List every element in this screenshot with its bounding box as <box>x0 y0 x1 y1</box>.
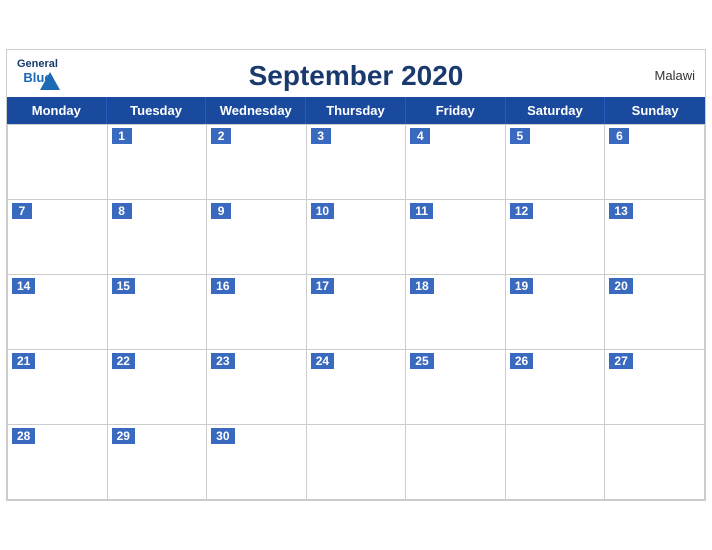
day-number: 25 <box>410 353 433 369</box>
day-header-thursday: Thursday <box>306 97 406 124</box>
calendar-cell: 7 <box>8 200 108 275</box>
day-headers: Monday Tuesday Wednesday Thursday Friday… <box>7 97 705 124</box>
day-number: 1 <box>112 128 132 144</box>
calendar-cell: 20 <box>605 275 705 350</box>
day-number: 23 <box>211 353 234 369</box>
day-header-saturday: Saturday <box>506 97 606 124</box>
day-number: 30 <box>211 428 234 444</box>
day-number: 27 <box>609 353 632 369</box>
calendar-grid: 1234567891011121314151617181920212223242… <box>7 124 705 500</box>
calendar-header: General Blue September 2020 Malawi <box>7 50 705 97</box>
calendar-cell: 23 <box>207 350 307 425</box>
day-header-tuesday: Tuesday <box>107 97 207 124</box>
day-number: 26 <box>510 353 533 369</box>
calendar-cell: 8 <box>108 200 208 275</box>
calendar-title: September 2020 <box>27 60 685 92</box>
calendar-cell: 29 <box>108 425 208 500</box>
calendar-cell: 4 <box>406 125 506 200</box>
calendar-cell: 5 <box>506 125 606 200</box>
brand-triangle-icon <box>40 72 60 90</box>
calendar-cell: 6 <box>605 125 705 200</box>
calendar-cell: 26 <box>506 350 606 425</box>
day-number: 20 <box>609 278 632 294</box>
day-header-monday: Monday <box>7 97 107 124</box>
day-number: 14 <box>12 278 35 294</box>
brand-logo: General Blue <box>17 58 58 85</box>
country-label: Malawi <box>655 68 695 83</box>
calendar-cell: 10 <box>307 200 407 275</box>
calendar-cell: 18 <box>406 275 506 350</box>
calendar-cell <box>506 425 606 500</box>
calendar-cell: 3 <box>307 125 407 200</box>
calendar-cell: 28 <box>8 425 108 500</box>
day-number: 29 <box>112 428 135 444</box>
calendar-cell: 9 <box>207 200 307 275</box>
calendar-cell: 17 <box>307 275 407 350</box>
calendar-cell: 2 <box>207 125 307 200</box>
day-number: 21 <box>12 353 35 369</box>
day-number: 15 <box>112 278 135 294</box>
day-number: 13 <box>609 203 632 219</box>
calendar-cell: 12 <box>506 200 606 275</box>
calendar-cell: 19 <box>506 275 606 350</box>
day-number: 12 <box>510 203 533 219</box>
calendar-cell: 30 <box>207 425 307 500</box>
calendar-cell: 1 <box>108 125 208 200</box>
calendar-cell: 22 <box>108 350 208 425</box>
day-number: 8 <box>112 203 132 219</box>
calendar-cell <box>406 425 506 500</box>
day-header-friday: Friday <box>406 97 506 124</box>
day-header-wednesday: Wednesday <box>206 97 306 124</box>
day-number: 2 <box>211 128 231 144</box>
calendar-cell: 15 <box>108 275 208 350</box>
calendar-cell <box>307 425 407 500</box>
day-number: 9 <box>211 203 231 219</box>
brand-general: General <box>17 58 58 70</box>
day-number: 17 <box>311 278 334 294</box>
day-header-sunday: Sunday <box>605 97 705 124</box>
day-number: 10 <box>311 203 334 219</box>
calendar-cell <box>8 125 108 200</box>
calendar-cell: 11 <box>406 200 506 275</box>
calendar-cell: 25 <box>406 350 506 425</box>
day-number: 11 <box>410 203 433 219</box>
brand-icon: Blue <box>23 70 51 85</box>
day-number: 4 <box>410 128 430 144</box>
calendar-cell: 16 <box>207 275 307 350</box>
calendar-cell: 24 <box>307 350 407 425</box>
day-number: 16 <box>211 278 234 294</box>
day-number: 5 <box>510 128 530 144</box>
calendar-cell: 14 <box>8 275 108 350</box>
calendar-cell: 27 <box>605 350 705 425</box>
calendar-cell: 13 <box>605 200 705 275</box>
day-number: 18 <box>410 278 433 294</box>
day-number: 3 <box>311 128 331 144</box>
day-number: 7 <box>12 203 32 219</box>
calendar-cell <box>605 425 705 500</box>
calendar-cell: 21 <box>8 350 108 425</box>
day-number: 24 <box>311 353 334 369</box>
calendar-container: General Blue September 2020 Malawi Monda… <box>6 49 706 501</box>
day-number: 19 <box>510 278 533 294</box>
day-number: 6 <box>609 128 629 144</box>
day-number: 28 <box>12 428 35 444</box>
day-number: 22 <box>112 353 135 369</box>
